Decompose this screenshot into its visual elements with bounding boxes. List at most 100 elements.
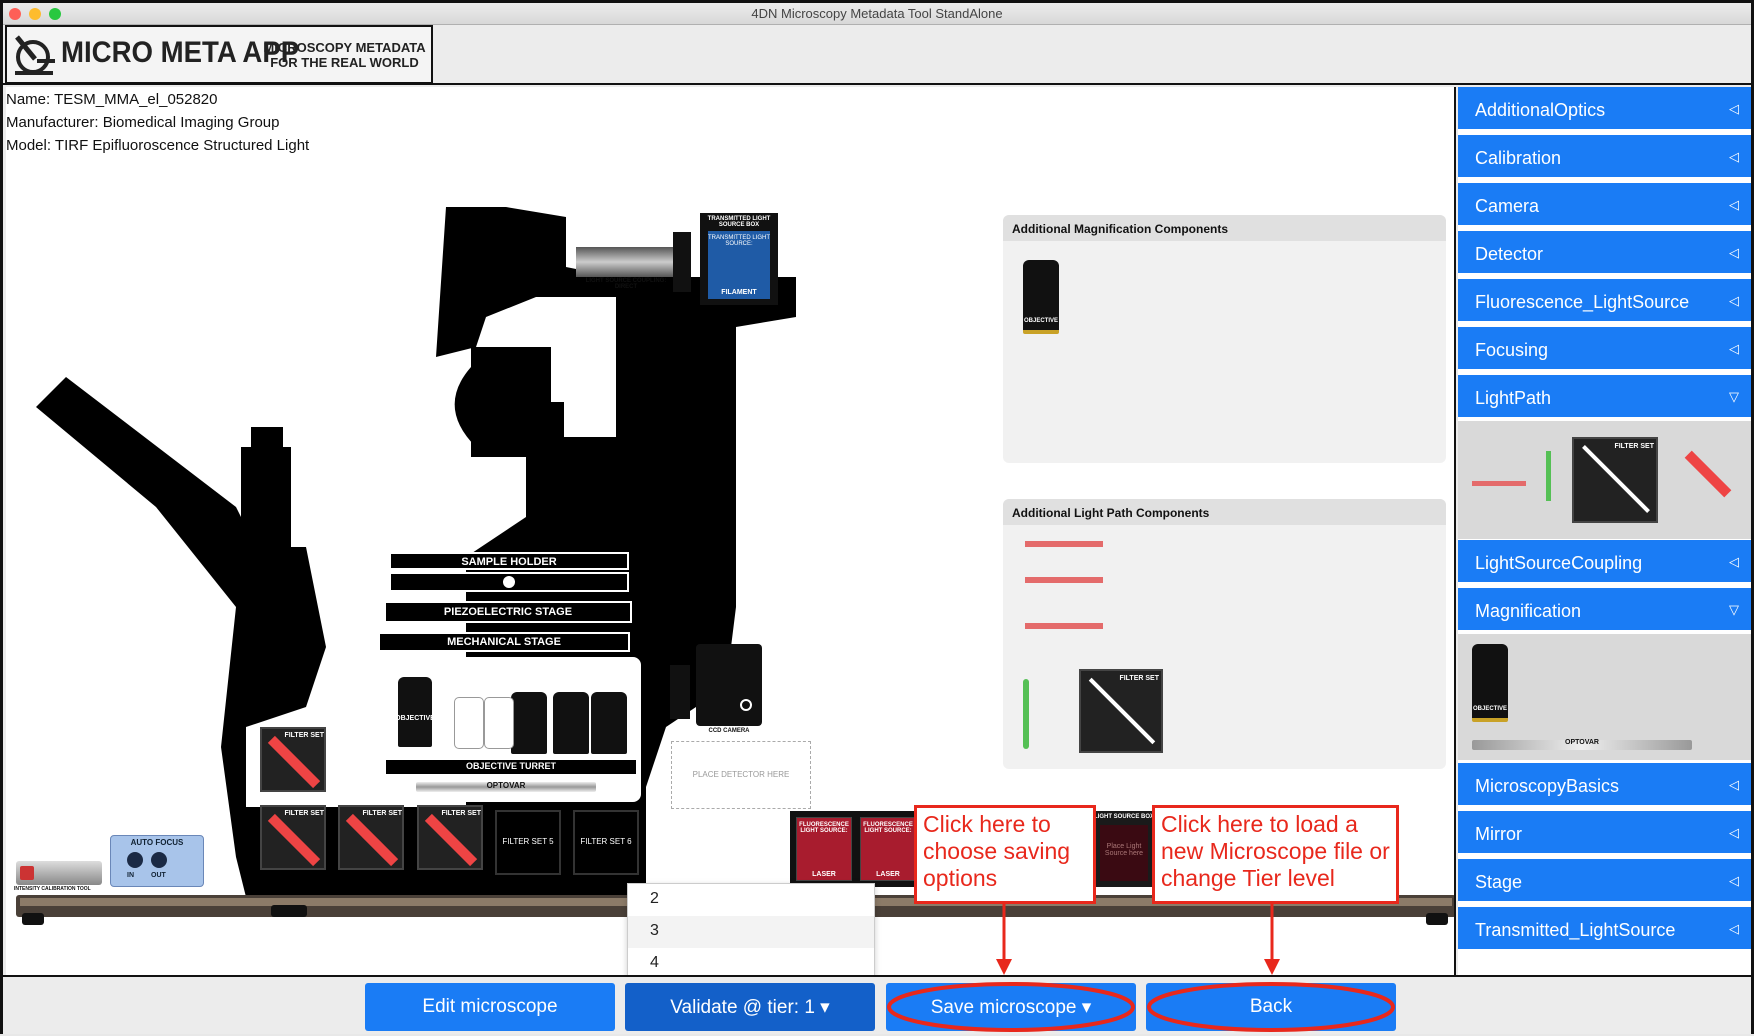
annotation-ellipses <box>887 982 1395 1032</box>
app-header: MICRO META APP MICROSCOPY METADATA FOR T… <box>3 25 1751 85</box>
category-camera[interactable]: Camera ◁ <box>1458 183 1751 227</box>
ex-filter[interactable] <box>1023 679 1029 749</box>
intensity-calibration-tool[interactable] <box>16 861 102 885</box>
piezo-stage-label: PIEZOELECTRIC STAGE <box>443 606 573 618</box>
filter-set-4[interactable]: FILTER SET <box>417 805 483 870</box>
back-button[interactable]: Back <box>1146 983 1396 1031</box>
drawer-optovar-label: OPTOVAR <box>1565 739 1599 746</box>
place-detector-slot[interactable]: PLACE DETECTOR HERE <box>671 741 811 809</box>
category-calibration[interactable]: Calibration ◁ <box>1458 135 1751 179</box>
drawer-dichroic[interactable] <box>1684 450 1732 498</box>
filter-set-2[interactable]: FILTER SET <box>260 805 326 870</box>
microscope-canvas[interactable]: Name: TESM_MMA_el_052820 Manufacturer: B… <box>6 87 1456 975</box>
category-label: LightSourceCoupling <box>1475 553 1643 573</box>
expand-arrow-icon: ▽ <box>1729 602 1739 617</box>
collapse-arrow-icon: ◁ <box>1729 825 1739 840</box>
laser-2-label: LASER <box>876 871 900 878</box>
filter-set-1[interactable]: FILTER SET <box>260 727 326 792</box>
drawer-objective[interactable]: OBJECTIVE <box>1472 644 1508 722</box>
back-annotation-callout: Click here to load a new Microscope file… <box>1152 805 1399 904</box>
drawer-filter-set[interactable]: FILTER SET <box>1572 437 1658 523</box>
laser-1[interactable]: FLUORESCENCE LIGHT SOURCE: LASER <box>796 817 852 881</box>
category-focusing[interactable]: Focusing ◁ <box>1458 327 1751 371</box>
auto-focus-device[interactable]: AUTO FOCUS IN OUT <box>110 835 204 887</box>
magnification-drawer: OBJECTIVE OPTOVAR <box>1458 634 1751 760</box>
objective-4[interactable] <box>591 692 627 754</box>
save-microscope-button[interactable]: Save microscope ▾ <box>886 983 1136 1031</box>
objective-3[interactable] <box>553 692 589 754</box>
category-mirror[interactable]: Mirror ◁ <box>1458 811 1751 855</box>
fluorescence-light-source-box[interactable]: FLUORESCENCE LIGHT SOURCE: LASER FLUORES… <box>790 811 925 887</box>
panel-filter-set[interactable]: FILTER SET <box>1079 669 1163 753</box>
empty-light-source-box[interactable]: LIGHT SOURCE BOX Place Light Source here <box>1094 811 1154 887</box>
dichroic-icon <box>267 813 321 867</box>
filter-set-6-slot[interactable]: FILTER SET 6 <box>573 810 639 875</box>
ccd-camera[interactable] <box>696 644 762 726</box>
optovar[interactable]: OPTOVAR <box>416 781 596 792</box>
collapse-arrow-icon: ◁ <box>1729 873 1739 888</box>
microscope-logo-icon <box>15 35 55 75</box>
laser-2[interactable]: FLUORESCENCE LIGHT SOURCE: LASER <box>860 817 916 881</box>
title-bar: 4DN Microscopy Metadata Tool StandAlone <box>3 3 1751 25</box>
save-annotation-text: Click here to choose saving options <box>923 811 1071 891</box>
sample-holder[interactable]: SAMPLE HOLDER <box>389 552 629 570</box>
drawer-em-filter[interactable] <box>1472 481 1526 486</box>
piezoelectric-stage[interactable]: PIEZOELECTRIC STAGE <box>384 601 632 623</box>
place-detector-label: PLACE DETECTOR HERE <box>692 770 790 779</box>
filament-source[interactable]: TRANSMITTED LIGHT SOURCE: FILAMENT <box>708 231 770 299</box>
edit-microscope-button[interactable]: Edit microscope <box>365 983 615 1031</box>
category-transmitted-lightsource[interactable]: Transmitted_LightSource ◁ <box>1458 907 1751 951</box>
objective-turret-label: OBJECTIVE TURRET <box>465 761 556 771</box>
category-label: Camera <box>1475 196 1540 216</box>
af-out-port-icon <box>151 852 167 868</box>
coupling-lens[interactable] <box>673 232 691 292</box>
panel-dichroic-icon <box>1088 677 1156 745</box>
light-source-coupling[interactable] <box>576 247 676 277</box>
drawer-optovar[interactable]: OPTOVAR <box>1472 739 1692 750</box>
objective-2[interactable] <box>511 692 547 754</box>
category-lightsourcecoupling[interactable]: LightSourceCoupling ◁ <box>1458 540 1751 584</box>
sample-well-icon <box>503 576 515 588</box>
transmitted-light-source-box[interactable]: TRANSMITTED LIGHT SOURCE BOX TRANSMITTED… <box>700 213 778 305</box>
validate-tier-button[interactable]: Validate @ tier: 1 ▾ <box>625 983 875 1031</box>
category-label: Calibration <box>1475 148 1562 168</box>
empty-objective-slot-1[interactable] <box>454 697 484 749</box>
category-label: Focusing <box>1475 340 1549 360</box>
category-label: Stage <box>1475 872 1523 892</box>
drawer-dichroic-icon <box>1582 445 1650 513</box>
category-magnification[interactable]: Magnification ▽ <box>1458 588 1751 632</box>
place-light-source-slot[interactable]: Place Light Source here <box>1100 825 1148 881</box>
filter-set-3[interactable]: FILTER SET <box>338 805 404 870</box>
tier-dropdown-menu[interactable]: 2 3 4 <box>627 883 875 979</box>
objective-turret[interactable]: OBJECTIVE TURRET <box>386 760 636 774</box>
tier-option-3[interactable]: 3 <box>628 916 874 948</box>
category-fluorescence-lightsource[interactable]: Fluorescence_LightSource ◁ <box>1458 279 1751 323</box>
expand-arrow-icon: ▽ <box>1729 389 1739 404</box>
em-filter-2[interactable] <box>1025 577 1103 583</box>
category-label: MicroscopyBasics <box>1475 776 1620 796</box>
drawer-ex-filter[interactable] <box>1546 451 1551 501</box>
em-filter-1[interactable] <box>1025 541 1103 547</box>
collapse-arrow-icon: ◁ <box>1729 197 1739 212</box>
category-label: Transmitted_LightSource <box>1475 920 1676 940</box>
additional-magnification-panel[interactable]: Additional Magnification Components OBJE… <box>1003 215 1446 463</box>
panel-objective[interactable]: OBJECTIVE <box>1023 260 1059 334</box>
collapse-arrow-icon: ◁ <box>1729 554 1739 569</box>
category-microscopybasics[interactable]: MicroscopyBasics ◁ <box>1458 763 1751 807</box>
empty-objective-slot-2[interactable] <box>484 697 514 749</box>
tier-option-2[interactable]: 2 <box>628 884 874 916</box>
coupling-direct-label: LIGHT SOURCE COUPLING: DIRECT <box>585 278 667 290</box>
mechanical-stage[interactable]: MECHANICAL STAGE <box>378 632 630 652</box>
em-filter-3[interactable] <box>1025 623 1103 629</box>
component-sidebar[interactable]: AdditionalOptics ◁ Calibration ◁ Camera ◁ D… <box>1458 87 1751 975</box>
category-additionaloptics[interactable]: AdditionalOptics ◁ <box>1458 87 1751 131</box>
category-detector[interactable]: Detector ◁ <box>1458 231 1751 275</box>
category-lightpath[interactable]: LightPath ▽ <box>1458 375 1751 419</box>
intensity-tool-label: INTENSITY CALIBRATION TOOL <box>14 886 91 892</box>
additional-light-path-panel[interactable]: Additional Light Path Components FILTER … <box>1003 499 1446 769</box>
objective-1[interactable] <box>398 677 432 747</box>
filter-set-5-slot[interactable]: FILTER SET 5 <box>495 810 561 875</box>
relay-lens[interactable] <box>670 665 690 719</box>
collapse-arrow-icon: ◁ <box>1729 293 1739 308</box>
category-stage[interactable]: Stage ◁ <box>1458 859 1751 903</box>
